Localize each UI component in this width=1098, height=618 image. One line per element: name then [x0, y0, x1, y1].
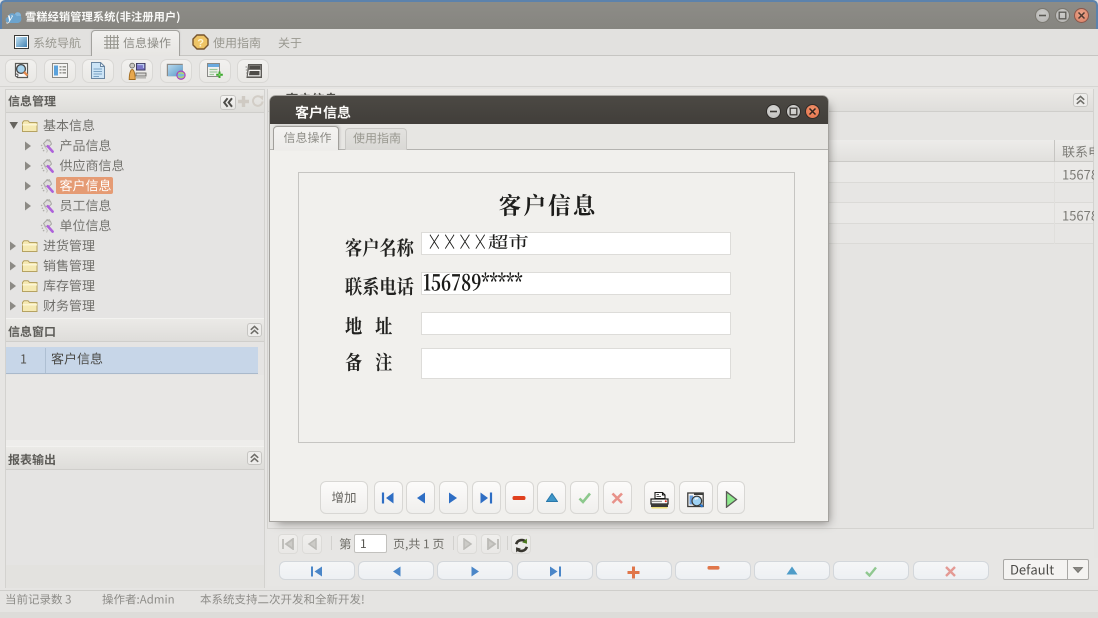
svg-text:y: y — [6, 12, 14, 24]
svg-text:?: ? — [197, 38, 204, 50]
